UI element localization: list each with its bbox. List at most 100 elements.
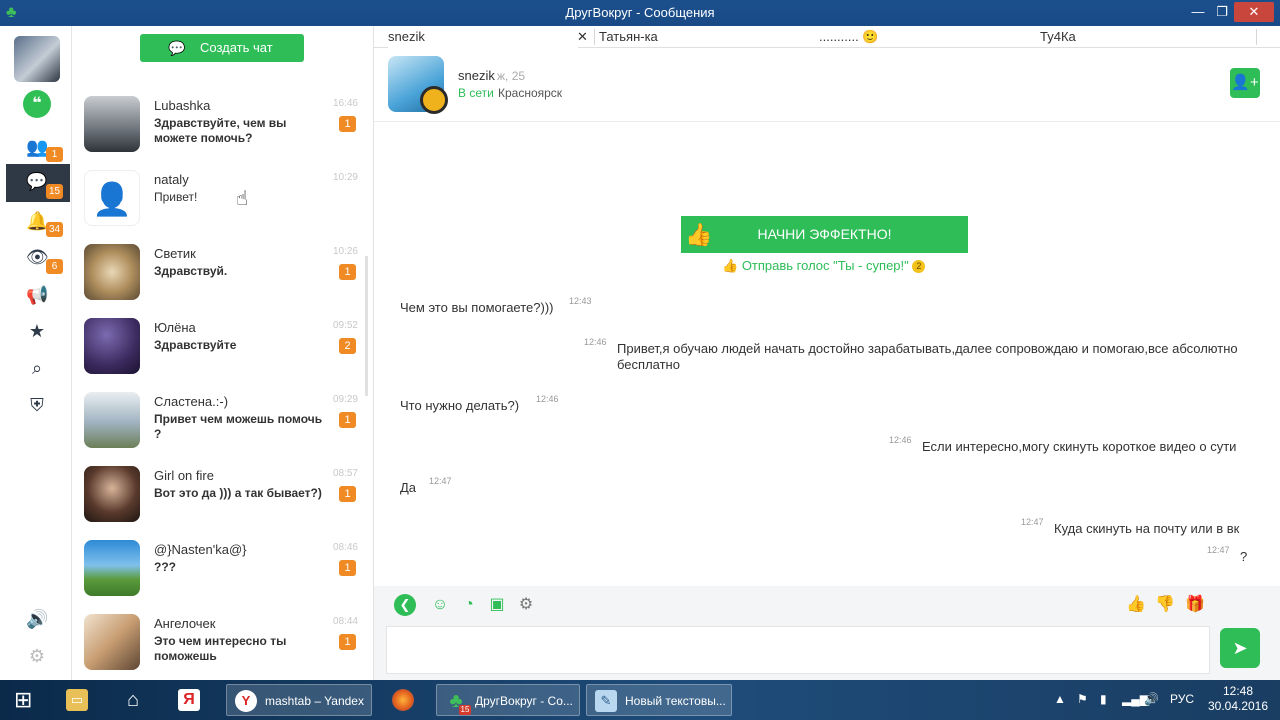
start-effectively-button[interactable]: 👍 НАЧНИ ЭФФЕКТНО! xyxy=(681,216,968,253)
contact-avatar xyxy=(84,96,140,152)
yandex-browser-button[interactable]: Я xyxy=(170,684,214,716)
close-button[interactable]: ✕ xyxy=(1234,2,1274,22)
yandex-logo-icon: Я xyxy=(178,689,200,711)
tray-volume-icon[interactable]: 🔊 xyxy=(1144,692,1159,720)
windows-taskbar: ⊞ ▭ ⌂ Я Y mashtab – Yandex ♣ 15 ДругВокр… xyxy=(0,680,1280,720)
star-icon[interactable]: ★ xyxy=(26,320,48,342)
chat-list-item[interactable]: Girl on fire Вот это да ))) а так бывает… xyxy=(72,458,372,532)
sticker-icon[interactable]: ◔ xyxy=(458,594,480,616)
message-time: 10:26 xyxy=(332,246,358,257)
chat-list: 💬 Создать чат Lubashka Здравствуйте, чем… xyxy=(72,26,374,680)
composer: ➤ xyxy=(374,624,1280,680)
megaphone-icon[interactable]: 📢 xyxy=(26,284,48,306)
taskbar-item-notepad[interactable]: ✎ Новый текстовы... xyxy=(586,684,732,716)
smiley-icon[interactable]: ☺ xyxy=(429,594,451,616)
unread-count: 1 xyxy=(339,116,356,132)
home-button[interactable]: ⌂ xyxy=(114,684,158,716)
tab-label: snezik xyxy=(388,29,425,44)
create-chat-button[interactable]: 💬 Создать чат xyxy=(140,34,304,62)
image-icon[interactable]: ▣ xyxy=(486,594,508,616)
minimize-button[interactable]: — xyxy=(1186,2,1210,22)
thumbs-up-icon: 👍 xyxy=(685,222,713,247)
chat-list-item[interactable]: Lubashka Здравствуйте, чем вы можете пом… xyxy=(72,88,372,162)
settings-gear-icon[interactable]: ⚙ xyxy=(26,645,48,667)
tab-close-icon[interactable]: ✕ xyxy=(577,26,588,48)
message-outgoing: Куда скинуть на почту или в вк xyxy=(1054,521,1240,536)
composer-toolbar: ❮ ☺ ◔ ▣ ⚙ 👍 👎 🎁 xyxy=(374,586,1280,624)
contact-avatar xyxy=(84,318,140,374)
message-outgoing: Привет,я обучаю людей начать достойно за… xyxy=(617,341,1238,372)
file-explorer-button[interactable]: ▭ xyxy=(58,684,102,716)
tray-language[interactable]: РУС xyxy=(1170,692,1194,720)
taskbar-item-label: ДругВокруг - Со... xyxy=(475,694,573,708)
guests-badge: 6 xyxy=(46,259,63,274)
chat-list-item[interactable]: Ангелочек Это чем интересно ты поможешь … xyxy=(72,606,372,680)
message-time: 12:47 xyxy=(1021,517,1044,527)
add-friend-icon[interactable]: 👤+ xyxy=(1230,68,1260,98)
tab-tu4ka[interactable]: Ту4Ка xyxy=(1040,26,1076,48)
tab-dots[interactable]: ........... 🙂 xyxy=(819,26,879,48)
tray-expand-icon[interactable]: ▲ xyxy=(1054,692,1066,720)
chat-list-item[interactable]: @}Nasten'ka@} ??? 08:46 1 xyxy=(72,532,372,606)
create-chat-label: Создать чат xyxy=(200,40,273,55)
default-avatar-icon: 👤 xyxy=(84,170,140,226)
coin-cost: 2 xyxy=(912,260,926,273)
chat-list-item[interactable]: 👤 nataly Привет! 10:29 xyxy=(72,162,372,236)
search-icon[interactable]: ⌕ xyxy=(26,357,48,379)
chat-list-item[interactable]: Светик Здравствуй. 10:26 1 xyxy=(72,236,372,310)
message-incoming: Чем это вы помогаете?))) xyxy=(400,300,554,315)
my-avatar[interactable] xyxy=(14,36,60,82)
last-message: Вот это да ))) а так бывает?) xyxy=(154,486,322,500)
shield-icon[interactable]: ⛨ xyxy=(26,394,48,416)
message-incoming: Что нужно делать?) xyxy=(400,398,520,413)
chat-bubble-icon: 💬 xyxy=(168,40,186,56)
gift-icon[interactable]: 🎁 xyxy=(1184,594,1206,616)
message-input[interactable] xyxy=(386,626,1210,674)
send-icon[interactable]: ➤ xyxy=(1220,628,1260,668)
contact-avatar xyxy=(84,614,140,670)
contact-name: nataly xyxy=(154,172,189,187)
back-arrow-icon[interactable]: ❮ xyxy=(394,594,416,616)
friends-icon[interactable]: 👥 xyxy=(26,136,48,158)
taskbar-item-yandex[interactable]: Y mashtab – Yandex xyxy=(226,684,372,716)
firefox-button[interactable] xyxy=(384,684,428,716)
unread-count: 1 xyxy=(339,412,356,428)
guests-eye-icon[interactable]: 👁 xyxy=(26,246,49,268)
yandex-y-icon: Y xyxy=(235,690,257,712)
contact-age: ж, 25 xyxy=(497,69,526,83)
last-message: Здравствуй. xyxy=(154,264,228,278)
message-time: 12:46 xyxy=(536,394,559,404)
maximize-button[interactable]: ❐ xyxy=(1210,2,1234,22)
clock-date: 30.04.2016 xyxy=(1207,699,1269,713)
messages-icon: 💬 xyxy=(26,172,48,191)
taskbar-clock[interactable]: 12:48 30.04.2016 xyxy=(1206,684,1270,714)
chat-list-item[interactable]: Юлёна Здравствуйте 09:52 2 xyxy=(72,310,372,384)
contact-name: Girl on fire xyxy=(154,468,214,483)
tab-label: Татьян-ка xyxy=(599,29,658,44)
settings-gear-icon[interactable]: ⚙ xyxy=(515,594,537,616)
tray-flag-icon[interactable]: ⚑ xyxy=(1077,692,1088,720)
windows-start-icon[interactable]: ⊞ xyxy=(14,688,40,712)
clock-time: 12:48 xyxy=(1222,684,1254,698)
send-voice-link[interactable]: 👍 Отправь голос "Ты - супер!" 2 xyxy=(722,258,926,274)
contact-avatar xyxy=(84,466,140,522)
sound-icon[interactable]: 🔊 xyxy=(26,608,48,630)
tray-battery-icon[interactable]: ▮ xyxy=(1100,692,1107,720)
notifications-icon[interactable]: 🔔 xyxy=(26,210,48,232)
friends-badge: 1 xyxy=(46,147,63,162)
chat-list-item[interactable]: Сластена.:-) Привет чем можешь помочь ? … xyxy=(72,384,372,458)
message-incoming: Да xyxy=(400,480,417,495)
quote-logo-icon[interactable]: ❝ xyxy=(23,90,51,118)
message-time: 16:46 xyxy=(332,98,358,109)
tab-snezik[interactable]: snezik xyxy=(388,26,578,48)
taskbar-item-drugvokrug[interactable]: ♣ 15 ДругВокруг - Со... xyxy=(436,684,580,716)
tab-tatyanka[interactable]: Татьян-ка xyxy=(599,26,658,48)
tab-divider xyxy=(594,29,595,45)
like-icon[interactable]: 👍 xyxy=(1125,594,1147,616)
smiley-emoji-icon: 🙂 xyxy=(862,29,879,44)
nav-rail: ❝ 👥 1 💬 15 🔔 34 👁 6 📢 ★ ⌕ ⛨ 🔊 ⚙ xyxy=(0,26,72,680)
unread-count: 1 xyxy=(339,264,356,280)
list-scrollbar[interactable] xyxy=(365,256,368,396)
dislike-icon[interactable]: 👎 xyxy=(1154,594,1176,616)
last-message: ??? xyxy=(154,560,176,574)
